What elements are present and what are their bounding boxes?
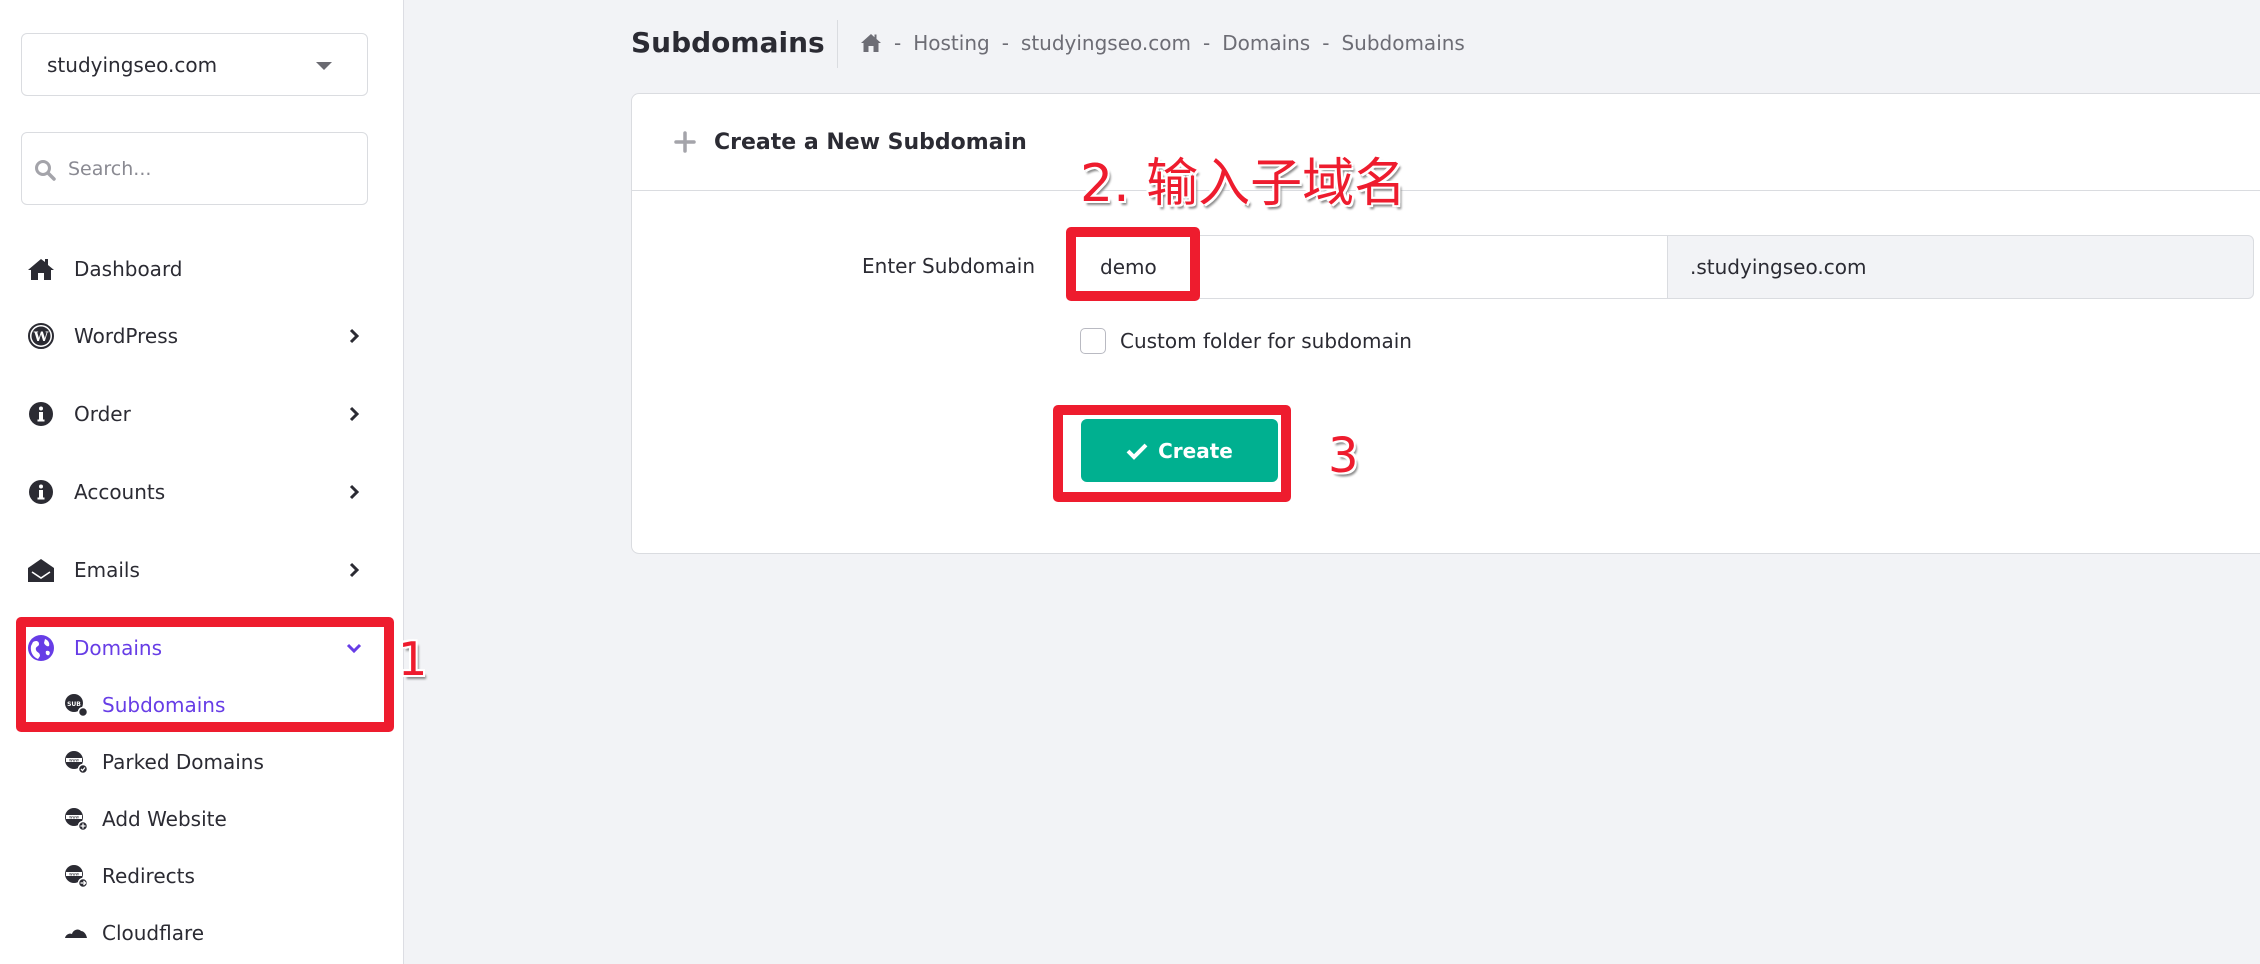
breadcrumb-separator: - (1202, 31, 1211, 55)
breadcrumb-subdomains: Subdomains (1341, 31, 1465, 55)
sidebar-item-order[interactable]: Order (26, 394, 376, 434)
parked-domain-icon: www (64, 750, 88, 774)
sidebar-item-emails[interactable]: Emails (26, 550, 376, 590)
subdomain-field-label: Enter Subdomain (862, 254, 1036, 278)
create-button[interactable]: Create (1081, 419, 1278, 482)
card-title: Create a New Subdomain (714, 129, 1027, 155)
chevron-right-icon (349, 328, 360, 344)
breadcrumb-hosting[interactable]: Hosting (913, 31, 989, 55)
create-subdomain-card: Create a New Subdomain Enter Subdomain .… (631, 93, 2260, 554)
chevron-right-icon (349, 562, 360, 578)
breadcrumb-separator: - (894, 31, 902, 55)
svg-text:W: W (33, 330, 49, 345)
sidebar-item-wordpress[interactable]: W WordPress (26, 316, 376, 356)
caret-down-icon (316, 62, 332, 70)
search-input[interactable] (68, 157, 348, 180)
domain-selector[interactable]: studyingseo.com (21, 33, 368, 96)
redirect-icon: www (64, 864, 88, 888)
sidebar-subitem-redirects[interactable]: www Redirects (64, 858, 364, 894)
info-icon (26, 399, 56, 429)
sidebar-item-accounts[interactable]: Accounts (26, 472, 376, 512)
sidebar-item-domains[interactable]: Domains (26, 628, 376, 668)
envelope-open-icon (26, 555, 56, 585)
sidebar-item-label: Domains (74, 636, 163, 660)
sidebar-subitem-subdomains[interactable]: SUB Subdomains (64, 687, 364, 723)
sidebar-subitem-label: Cloudflare (102, 921, 205, 945)
wordpress-icon: W (26, 321, 56, 351)
subdomain-icon: SUB (64, 693, 88, 717)
chevron-right-icon (349, 406, 360, 422)
chevron-right-icon (349, 484, 360, 500)
create-button-label: Create (1158, 438, 1233, 463)
sidebar-subitem-label: Subdomains (102, 693, 226, 717)
subdomain-input[interactable] (1069, 235, 1669, 299)
custom-folder-label: Custom folder for subdomain (1120, 329, 1412, 353)
globe-icon (26, 633, 56, 663)
home-icon (26, 254, 56, 284)
sidebar-subitem-parked-domains[interactable]: www Parked Domains (64, 744, 364, 780)
svg-text:www: www (69, 815, 80, 820)
plus-icon (674, 131, 696, 153)
chevron-down-icon (346, 643, 362, 654)
custom-folder-checkbox-row[interactable]: Custom folder for subdomain (1080, 328, 1412, 354)
svg-text:SUB: SUB (67, 701, 81, 708)
breadcrumb-domains[interactable]: Domains (1222, 31, 1310, 55)
sidebar-item-label: Emails (74, 558, 140, 582)
info-icon (26, 477, 56, 507)
svg-text:www: www (69, 758, 80, 763)
breadcrumb-separator: - (1001, 31, 1009, 55)
sidebar-search[interactable] (21, 132, 368, 205)
sidebar-subitem-label: Add Website (102, 807, 227, 831)
sidebar-item-label: Order (74, 402, 131, 426)
breadcrumb-domain[interactable]: studyingseo.com (1021, 31, 1191, 55)
sidebar-item-label: WordPress (74, 324, 179, 348)
domain-suffix: .studyingseo.com (1667, 235, 2254, 299)
search-icon (35, 160, 56, 181)
card-header-toggle[interactable]: Create a New Subdomain (632, 94, 2260, 191)
sidebar-item-label: Dashboard (74, 257, 183, 281)
check-icon (1126, 443, 1148, 460)
page-title: Subdomains (631, 26, 825, 59)
home-icon[interactable] (860, 33, 882, 53)
sidebar-subitem-add-website[interactable]: www Add Website (64, 801, 364, 837)
title-divider (837, 20, 838, 68)
svg-text:www: www (69, 872, 80, 877)
sidebar-item-label: Accounts (74, 480, 166, 504)
sidebar: studyingseo.com Dashboard W WordPress Or… (0, 0, 404, 964)
sidebar-subitem-label: Redirects (102, 864, 195, 888)
cloudflare-icon (64, 921, 88, 945)
custom-folder-checkbox[interactable] (1080, 328, 1106, 354)
breadcrumb-separator: - (1322, 31, 1330, 55)
breadcrumb: - Hosting - studyingseo.com - Domains - … (860, 31, 1465, 55)
domain-selector-value: studyingseo.com (47, 52, 218, 77)
add-website-icon: www (64, 807, 88, 831)
sidebar-subitem-cloudflare[interactable]: Cloudflare (64, 915, 364, 951)
sidebar-item-dashboard[interactable]: Dashboard (26, 249, 376, 289)
sidebar-subitem-label: Parked Domains (102, 750, 264, 774)
